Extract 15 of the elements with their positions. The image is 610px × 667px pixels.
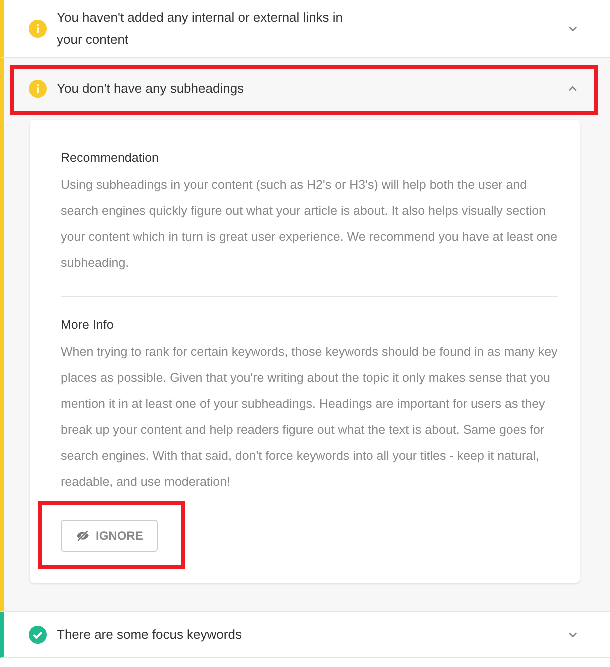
check-header[interactable]: You haven't added any internal or external links in your content (4, 0, 610, 57)
section-heading: More Info (61, 317, 115, 334)
hidden-eye-icon (76, 529, 90, 543)
check-title: You haven't added any internal or external links in your content (57, 8, 344, 49)
ignore-button[interactable]: IGNORE (61, 520, 158, 552)
check-header[interactable]: There are some focus keywords (4, 612, 610, 657)
check-header[interactable]: You don't have any subheadings (4, 58, 610, 120)
info-icon (29, 80, 47, 98)
section-heading: Recommendation (61, 150, 160, 167)
check-title: There are some focus keywords (57, 626, 243, 644)
info-icon (29, 20, 47, 38)
check-title: You don't have any subheadings (57, 80, 246, 98)
section-text: When trying to rank for certain keywords, those keywords should be found in as many key places as possible. Given that you're writing about the topic it only makes sense that you mention it in at least one of your subheadings. Headings are important for users as they break up your content and help readers figure out what the text is about. Same goes for search engines. With that said, don't force keywords into all your titles - keep it natural, readable, and use moderation! (61, 344, 558, 491)
section-text: Using subheadings in your content (such as H2's or H3's) will help both the user and search engines quickly figure out what your article is about. It also helps visually section your content which in turn is great user experience. We recommend you have at least one subheading. (61, 177, 558, 272)
check-icon (29, 626, 47, 644)
